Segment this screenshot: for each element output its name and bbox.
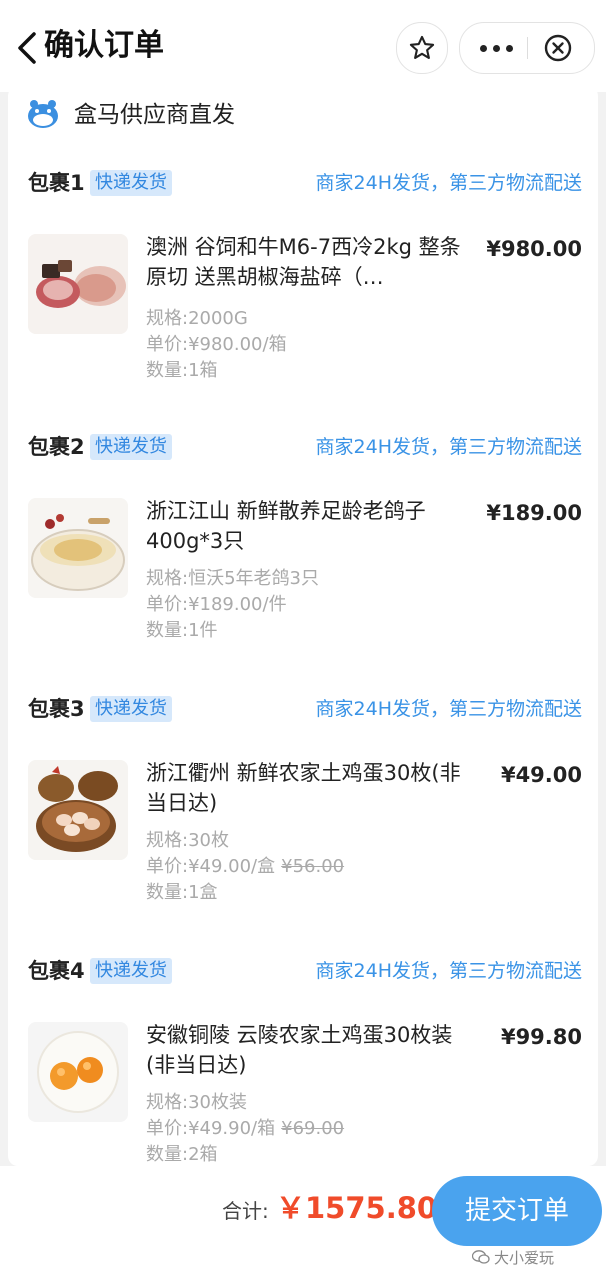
- supplier-name: 盒马供应商直发: [74, 102, 235, 128]
- favorite-button[interactable]: [396, 22, 448, 74]
- shipping-info: 商家24H发货，第三方物流配送: [315, 960, 582, 982]
- package-title: 包裹2: [28, 435, 85, 459]
- product-quantity: 数量:1箱: [146, 360, 218, 381]
- unit-price-text: 单价:¥49.00/盒: [146, 856, 276, 877]
- order-card: 盒马供应商直发 包裹1 快递发货 商家24H发货，第三方物流配送 澳洲 谷饲和牛…: [8, 86, 598, 1166]
- product-image[interactable]: [28, 760, 128, 860]
- delivery-badge: 快递发货: [90, 958, 172, 984]
- delivery-badge: 快递发货: [90, 696, 172, 722]
- product-quantity: 数量:2箱: [146, 1144, 218, 1165]
- product-name[interactable]: 浙江江山 新鲜散养足龄老鸽子400g*3只: [146, 496, 476, 556]
- product-image[interactable]: [28, 234, 128, 334]
- product-price: ¥980.00: [486, 237, 582, 261]
- package-4: 包裹4 快递发货 商家24H发货，第三方物流配送 安徽铜陵 云陵农家土鸡蛋30枚…: [8, 952, 598, 1166]
- product-quantity: 数量:1件: [146, 620, 218, 641]
- total-amount: ￥1575.80: [276, 1191, 438, 1225]
- package-1: 包裹1 快递发货 商家24H发货，第三方物流配送 澳洲 谷饲和牛M6-7西冷2k…: [8, 164, 598, 426]
- delivery-badge: 快递发货: [90, 170, 172, 196]
- product-spec: 规格:2000G: [146, 308, 248, 329]
- delivery-badge: 快递发货: [90, 434, 172, 460]
- shipping-info: 商家24H发货，第三方物流配送: [315, 698, 582, 720]
- package-title: 包裹1: [28, 171, 85, 195]
- product-spec: 规格:30枚: [146, 830, 229, 851]
- original-price: ¥69.00: [281, 1118, 345, 1139]
- product-spec: 规格:30枚装: [146, 1092, 247, 1113]
- back-arrow-icon[interactable]: [12, 28, 42, 68]
- product-image[interactable]: [28, 1022, 128, 1122]
- watermark-text: 大小爱玩: [494, 1249, 555, 1267]
- product-unit-price: 单价:¥49.90/箱 ¥69.00: [146, 1116, 344, 1142]
- product-price: ¥189.00: [486, 501, 582, 525]
- total-label: 合计:: [222, 1199, 269, 1223]
- unit-price-text: 单价:¥980.00/箱: [146, 334, 287, 355]
- product-spec: 规格:恒沃5年老鸽3只: [146, 568, 319, 589]
- star-icon: [409, 35, 435, 59]
- product-unit-price: 单价:¥189.00/件: [146, 592, 287, 618]
- miniprogram-capsule: [459, 22, 595, 74]
- product-unit-price: 单价:¥49.00/盒 ¥56.00: [146, 854, 344, 880]
- nav-bar: 确认订单: [0, 0, 606, 92]
- product-name[interactable]: 澳洲 谷饲和牛M6-7西冷2kg 整条原切 送黑胡椒海盐碎（…: [146, 232, 476, 292]
- unit-price-text: 单价:¥189.00/件: [146, 594, 287, 615]
- product-price: ¥99.80: [500, 1025, 582, 1049]
- hippo-logo-icon: [28, 100, 58, 128]
- product-name[interactable]: 浙江衢州 新鲜农家土鸡蛋30枚(非当日达): [146, 758, 476, 818]
- submit-order-button[interactable]: 提交订单: [432, 1176, 602, 1246]
- product-quantity: 数量:1盒: [146, 882, 218, 903]
- package-2: 包裹2 快递发货 商家24H发货，第三方物流配送 浙江江山 新鲜散养足龄老鸽子4…: [8, 428, 598, 690]
- product-unit-price: 单价:¥980.00/箱: [146, 332, 287, 358]
- shipping-info: 商家24H发货，第三方物流配送: [315, 436, 582, 458]
- product-name[interactable]: 安徽铜陵 云陵农家土鸡蛋30枚装(非当日达): [146, 1020, 476, 1080]
- product-price: ¥49.00: [500, 763, 582, 787]
- shipping-info: 商家24H发货，第三方物流配送: [315, 172, 582, 194]
- checkout-bar: 合计: ￥1575.80 提交订单 大小爱玩: [0, 1166, 606, 1280]
- package-title: 包裹4: [28, 959, 85, 983]
- page-title: 确认订单: [44, 28, 164, 63]
- close-icon[interactable]: [544, 34, 572, 62]
- package-3: 包裹3 快递发货 商家24H发货，第三方物流配送 浙江衢州 新鲜农家土鸡蛋30枚…: [8, 690, 598, 952]
- product-image[interactable]: [28, 498, 128, 598]
- package-title: 包裹3: [28, 697, 85, 721]
- original-price: ¥56.00: [281, 856, 345, 877]
- capsule-divider: [527, 37, 528, 59]
- more-icon[interactable]: [480, 45, 516, 53]
- unit-price-text: 单价:¥49.90/箱: [146, 1118, 276, 1139]
- wechat-icon: [472, 1250, 490, 1264]
